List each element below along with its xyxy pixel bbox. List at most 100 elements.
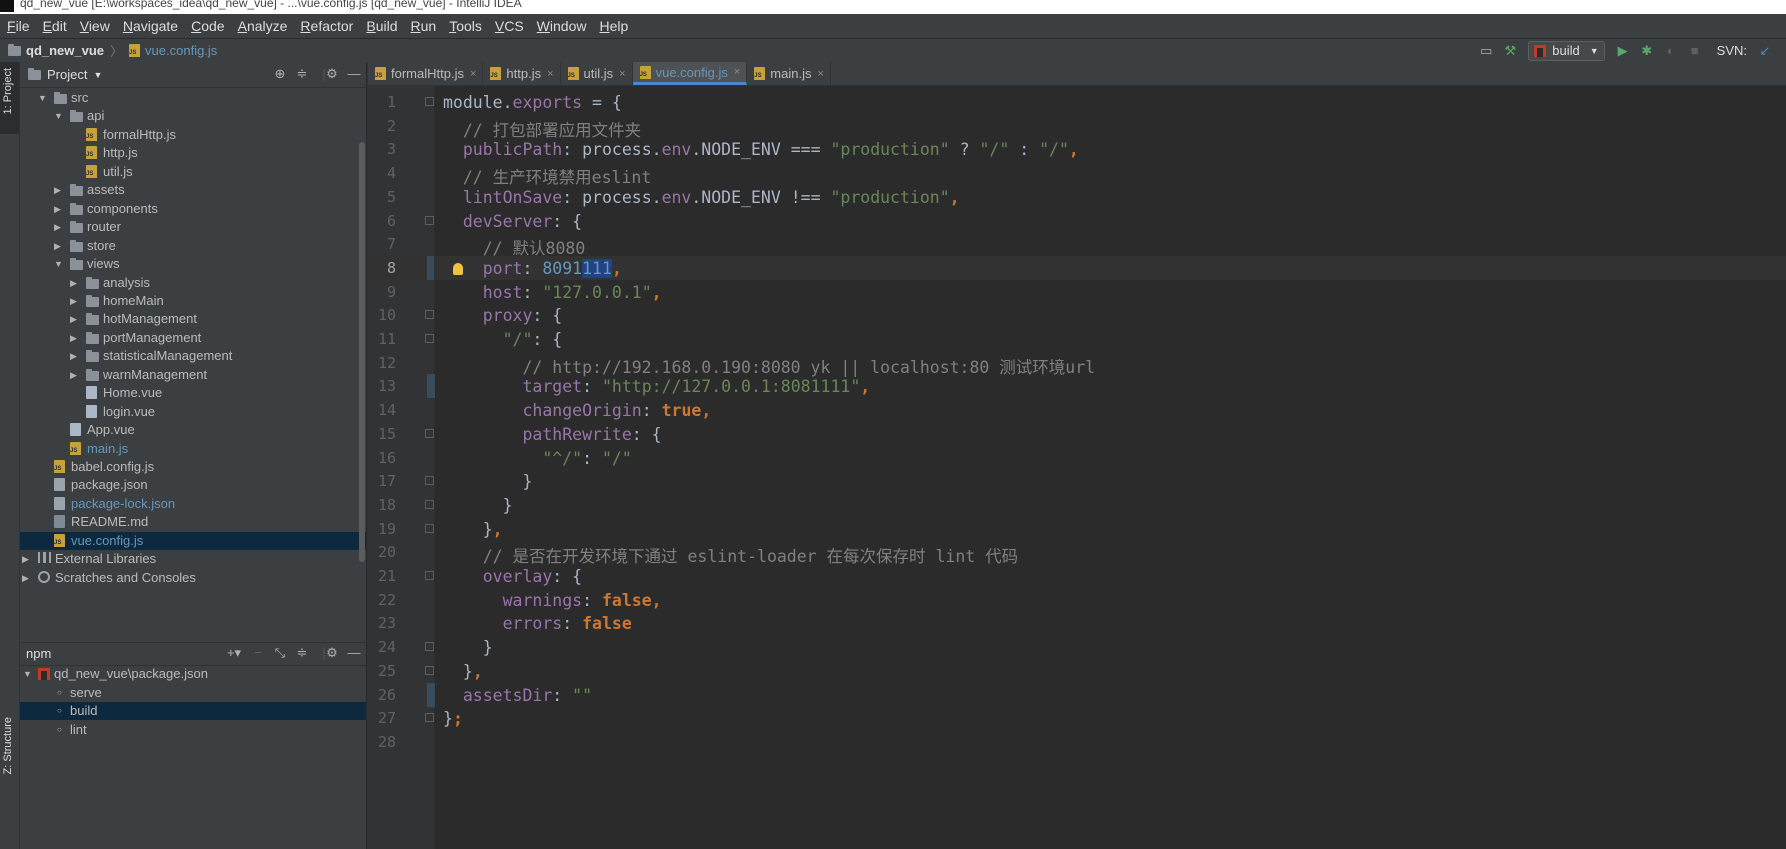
tree-item-assets[interactable]: ▶ assets [20, 181, 366, 199]
tree-item-views[interactable]: ▼ views [20, 255, 366, 273]
collapse-icon[interactable]: ≑ [294, 645, 310, 661]
chevron-right-icon[interactable]: ▶ [70, 310, 80, 328]
fold-marker-icon[interactable] [425, 523, 434, 533]
minimize-icon[interactable]: — [346, 66, 362, 82]
project-scrollbar[interactable] [359, 142, 365, 562]
tree-item-store[interactable]: ▶ store [20, 237, 366, 255]
menu-code[interactable]: Code [184, 18, 230, 34]
gear-icon[interactable]: ⚙ [324, 66, 340, 82]
fold-marker-icon[interactable] [425, 642, 434, 652]
chevron-right-icon[interactable]: ▶ [54, 218, 64, 236]
chevron-right-icon[interactable]: ▶ [70, 274, 80, 292]
chevron-right-icon[interactable]: ▶ [54, 181, 64, 199]
remove-icon[interactable]: − [250, 645, 266, 661]
menu-view[interactable]: View [73, 18, 116, 34]
breadcrumb-file[interactable]: vue.config.js [145, 43, 217, 58]
code-editor[interactable]: module.exports = { // 打包部署应用文件夹 publicPa… [434, 86, 1786, 849]
tree-item-formalhttp-js[interactable]: formalHttp.js [20, 126, 366, 144]
tree-item-src[interactable]: ▼ src [20, 89, 366, 107]
tree-item-analysis[interactable]: ▶ analysis [20, 274, 366, 292]
terminal-icon[interactable]: ▭ [1477, 42, 1495, 60]
menu-run[interactable]: Run [403, 18, 442, 34]
tree-item-external-libraries[interactable]: ▶ External Libraries [20, 550, 366, 568]
npm-package-row[interactable]: ▼ qd_new_vue\package.json [20, 665, 366, 683]
fold-marker-icon[interactable] [425, 499, 434, 509]
tree-item-scratches-and-consoles[interactable]: ▶ Scratches and Consoles [20, 569, 366, 587]
editor-tab-vue-config-js[interactable]: vue.config.js × [632, 62, 748, 85]
npm-script-lint[interactable]: ○ lint [20, 721, 366, 739]
editor-tab-http-js[interactable]: http.js × [483, 62, 561, 85]
tree-item-vue-config-js[interactable]: vue.config.js [20, 531, 366, 550]
tree-item-home-vue[interactable]: Home.vue [20, 384, 366, 402]
project-tool-tab[interactable]: 1: Project [2, 68, 14, 114]
fold-marker-icon[interactable] [425, 571, 434, 580]
gear-icon[interactable]: ⚙ [324, 645, 340, 661]
svn-update-icon[interactable]: ↙ [1756, 42, 1774, 60]
fold-marker-icon[interactable] [425, 97, 434, 106]
chevron-right-icon[interactable]: ▶ [70, 292, 80, 310]
menu-window[interactable]: Window [530, 18, 593, 34]
run-config-select[interactable]: build ▼ [1528, 40, 1605, 61]
editor-tab-main-js[interactable]: main.js × [747, 62, 831, 85]
chevron-right-icon[interactable]: ▶ [70, 366, 80, 384]
fold-marker-icon[interactable] [425, 428, 434, 438]
tree-item-app-vue[interactable]: App.vue [20, 421, 366, 439]
hammer-icon[interactable]: ⚒ [1501, 42, 1519, 60]
editor-tab-util-js[interactable]: util.js × [561, 62, 633, 85]
chevron-down-icon[interactable]: ▼ [93, 70, 102, 80]
project-view-selector[interactable]: Project [47, 67, 87, 82]
tree-item-util-js[interactable]: util.js [20, 163, 366, 181]
tree-item-homemain[interactable]: ▶ homeMain [20, 292, 366, 310]
fold-marker-icon[interactable] [425, 665, 434, 675]
chevron-right-icon[interactable]: ▶ [54, 200, 64, 218]
chevron-down-icon[interactable]: ▼ [54, 255, 64, 273]
tree-item-package-json[interactable]: package.json [20, 476, 366, 494]
tree-item-hotmanagement[interactable]: ▶ hotManagement [20, 310, 366, 328]
fold-marker-icon[interactable] [425, 713, 434, 723]
chevron-down-icon[interactable]: ▼ [54, 107, 64, 125]
close-icon[interactable]: × [470, 68, 476, 80]
menu-vcs[interactable]: VCS [488, 18, 530, 34]
fold-marker-icon[interactable] [425, 310, 434, 320]
tree-item-babel-config-js[interactable]: babel.config.js [20, 458, 366, 476]
chevron-down-icon[interactable]: ▼ [38, 89, 48, 107]
fold-marker-icon[interactable] [425, 334, 434, 343]
minimize-icon[interactable]: — [346, 645, 362, 661]
tree-item-package-lock-json[interactable]: package-lock.json [20, 495, 366, 513]
fold-marker-icon[interactable] [425, 476, 434, 486]
menu-edit[interactable]: Edit [36, 18, 73, 34]
stop-icon[interactable]: ■ [1686, 42, 1704, 60]
tree-item-main-js[interactable]: main.js [20, 440, 366, 458]
close-icon[interactable]: × [734, 66, 740, 78]
tree-item-api[interactable]: ▼ api [20, 107, 366, 125]
editor-tab-formalhttp-js[interactable]: formalHttp.js × [368, 62, 484, 85]
close-icon[interactable]: × [619, 68, 625, 80]
collapse-icon[interactable]: ≑ [294, 66, 310, 82]
breadcrumb-project[interactable]: qd_new_vue [26, 43, 104, 58]
menu-navigate[interactable]: Navigate [116, 18, 184, 34]
menu-tools[interactable]: Tools [442, 18, 488, 34]
tree-item-warnmanagement[interactable]: ▶ warnManagement [20, 366, 366, 384]
menu-help[interactable]: Help [592, 18, 634, 34]
tree-item-components[interactable]: ▶ components [20, 200, 366, 218]
chevron-right-icon[interactable]: ▶ [70, 347, 80, 365]
chevron-right-icon[interactable]: ▶ [70, 329, 80, 347]
close-icon[interactable]: × [817, 68, 823, 80]
run-icon[interactable]: ▶ [1614, 42, 1632, 60]
lightbulb-icon[interactable] [453, 262, 463, 275]
chevron-right-icon[interactable]: ▶ [22, 569, 32, 587]
tree-item-router[interactable]: ▶ router [20, 218, 366, 236]
structure-tool-tab[interactable]: Z: Structure [2, 717, 14, 774]
sync-icon[interactable]: ⤡ [272, 645, 288, 661]
tree-item-readme-md[interactable]: README.md [20, 513, 366, 531]
tree-item-login-vue[interactable]: login.vue [20, 403, 366, 421]
fold-marker-icon[interactable] [425, 215, 434, 225]
debug-icon[interactable]: ✱ [1638, 42, 1656, 60]
menu-refactor[interactable]: Refactor [293, 18, 359, 34]
coverage-icon[interactable]: ◐ [1662, 42, 1680, 60]
chevron-right-icon[interactable]: ▶ [22, 550, 32, 568]
tree-item-portmanagement[interactable]: ▶ portManagement [20, 329, 366, 347]
npm-script-build[interactable]: ○ build [20, 702, 366, 720]
target-icon[interactable]: ⊕ [272, 66, 288, 82]
tree-item-http-js[interactable]: http.js [20, 144, 366, 162]
